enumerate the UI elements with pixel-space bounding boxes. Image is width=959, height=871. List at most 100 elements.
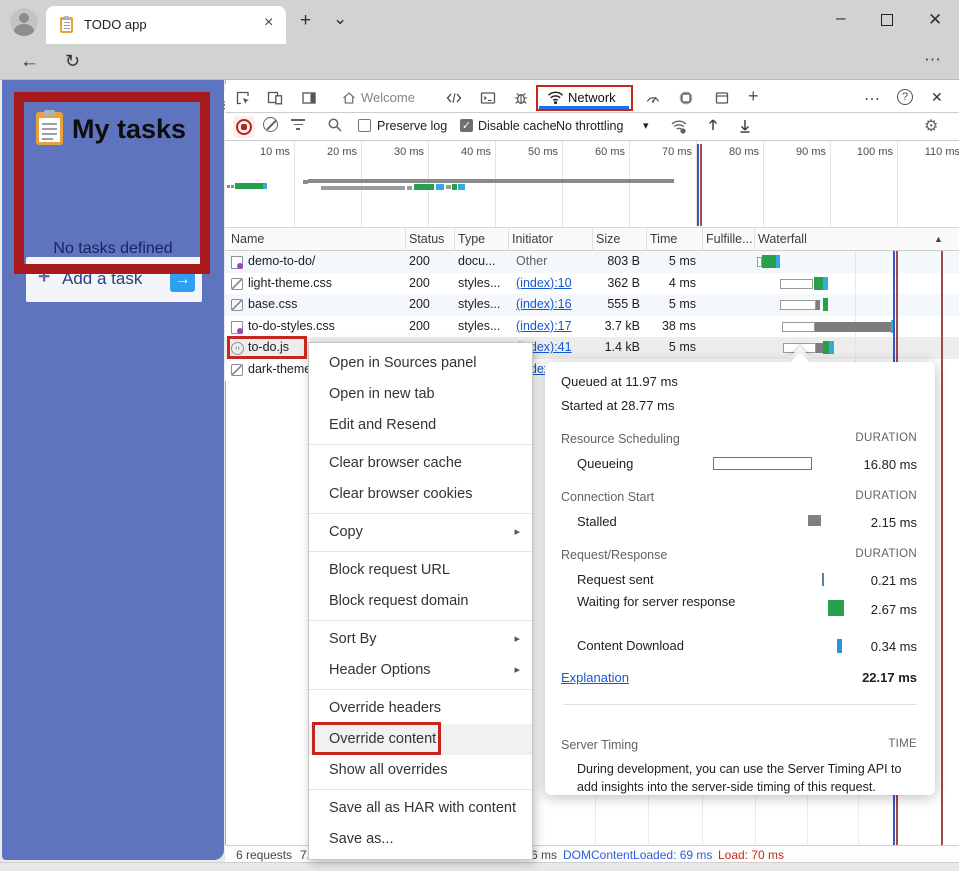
clear-icon[interactable] [263, 117, 278, 132]
menu-item-header-options[interactable]: Header Options▸ [309, 655, 532, 686]
memory-chip-icon[interactable] [678, 90, 694, 106]
timing-popup: Queued at 11.97 ms Started at 28.77 ms R… [545, 362, 935, 795]
table-row[interactable]: to-do-styles.css200styles...(index):173.… [225, 316, 959, 338]
import-har-icon[interactable] [705, 117, 721, 133]
chevron-down-icon[interactable]: ▾ [643, 119, 649, 132]
overview-tick-label: 110 ms [902, 146, 959, 158]
dock-side-icon[interactable] [301, 90, 317, 106]
menu-item-block-request-url[interactable]: Block request URL [309, 555, 532, 586]
request-name: demo-to-do/ [248, 254, 315, 268]
menu-item-save-as-[interactable]: Save as... [309, 824, 532, 855]
waterfall-gray-bar [815, 322, 891, 332]
css-file-icon [231, 299, 243, 311]
menu-item-sort-by[interactable]: Sort By▸ [309, 624, 532, 655]
timing-green-bar [828, 600, 844, 616]
timing-row-label: Request sent [577, 572, 737, 588]
console-icon[interactable] [480, 90, 496, 106]
devtools-help-icon[interactable]: ? [897, 89, 913, 105]
browser-more-icon[interactable]: ⋯ [924, 50, 941, 70]
column-header-initiator[interactable]: Initiator [512, 232, 553, 246]
window-titlebar: TODO app × + ⌄ – ✕ [0, 0, 959, 44]
sort-arrow-icon[interactable]: ▲ [934, 234, 943, 244]
tab-close-icon[interactable]: × [264, 15, 273, 31]
table-row[interactable]: light-theme.css200styles...(index):10362… [225, 273, 959, 295]
request-initiator[interactable]: (index):10 [516, 276, 572, 290]
menu-item-clear-browser-cache[interactable]: Clear browser cache [309, 448, 532, 479]
network-toolbar: Preserve log ✓ Disable cache No throttli… [225, 113, 959, 141]
device-emulation-icon[interactable] [267, 90, 283, 106]
back-button[interactable]: ← [20, 52, 39, 71]
request-initiator[interactable]: (index):16 [516, 297, 572, 311]
table-row[interactable]: demo-to-do/200docu...Other803 B5 ms [225, 251, 959, 273]
avatar-head-icon [19, 13, 29, 23]
server-timing-description: During development, you can use the Serv… [577, 760, 907, 796]
refresh-button[interactable]: ↻ [65, 52, 80, 70]
preserve-log-label[interactable]: Preserve log [377, 119, 447, 133]
disable-cache-checkbox[interactable]: ✓ [460, 119, 473, 132]
settings-gear-icon[interactable]: ⚙ [924, 116, 938, 136]
record-button[interactable] [233, 116, 255, 138]
overview-gridline [897, 141, 898, 228]
preserve-log-checkbox[interactable] [358, 119, 371, 132]
browser-tab[interactable]: TODO app × [46, 6, 286, 44]
close-window-button[interactable]: ✕ [928, 11, 942, 28]
sources-icon[interactable] [445, 90, 463, 106]
column-header-name[interactable]: Name [231, 232, 264, 246]
menu-item-show-all-overrides[interactable]: Show all overrides [309, 755, 532, 786]
devtools-more-icon[interactable]: ⋯ [864, 89, 880, 109]
menu-item-override-content[interactable]: Override content [309, 724, 532, 755]
throttling-select[interactable]: No throttling [556, 119, 623, 133]
css-file-icon [231, 278, 243, 290]
performance-gauge-icon[interactable] [645, 90, 661, 106]
filter-icon[interactable] [291, 119, 305, 131]
request-size: 1.4 kB [592, 340, 640, 354]
more-tabs-button[interactable]: + [748, 86, 759, 107]
disable-cache-label[interactable]: Disable cache [478, 119, 557, 133]
search-icon[interactable] [327, 117, 343, 133]
column-header-size[interactable]: Size [596, 232, 620, 246]
timing-row-value: 0.21 ms [871, 573, 917, 588]
column-header-waterfall[interactable]: Waterfall [758, 232, 807, 246]
timing-row-value: 16.80 ms [864, 457, 917, 472]
overview-waterfall-bar [263, 183, 267, 189]
minimize-button[interactable]: – [836, 9, 845, 26]
network-conditions-icon[interactable] [670, 117, 688, 135]
request-time: 38 ms [646, 319, 696, 333]
menu-item-clear-browser-cookies[interactable]: Clear browser cookies [309, 479, 532, 510]
application-icon[interactable] [714, 90, 730, 106]
request-initiator[interactable]: (index):17 [516, 319, 572, 333]
menu-separator [309, 789, 532, 790]
menu-item-save-all-as-har-with-content[interactable]: Save all as HAR with content [309, 793, 532, 824]
request-initiator: Other [516, 254, 547, 268]
table-row[interactable]: base.css200styles...(index):16555 B5 ms [225, 294, 959, 316]
menu-item-open-in-sources-panel[interactable]: Open in Sources panel [309, 348, 532, 379]
overview-tick-label: 50 ms [500, 146, 558, 158]
column-header-fulfille[interactable]: Fulfille... [706, 232, 753, 246]
timing-duration-label: DURATION [855, 490, 917, 502]
menu-item-block-request-domain[interactable]: Block request domain [309, 586, 532, 617]
column-header-status[interactable]: Status [409, 232, 444, 246]
debug-bug-icon[interactable] [513, 90, 529, 106]
page-annotation-frame [14, 92, 210, 274]
export-har-icon[interactable] [737, 117, 753, 133]
network-overview[interactable]: 10 ms20 ms30 ms40 ms50 ms60 ms70 ms80 ms… [225, 141, 959, 228]
menu-item-label: Open in Sources panel [329, 355, 477, 371]
menu-item-override-headers[interactable]: Override headers [309, 693, 532, 724]
column-header-type[interactable]: Type [458, 232, 485, 246]
tab-welcome[interactable]: Welcome [361, 90, 415, 105]
maximize-button[interactable] [881, 14, 893, 26]
new-tab-button[interactable]: + [300, 11, 311, 30]
menu-item-edit-and-resend[interactable]: Edit and Resend [309, 410, 532, 441]
profile-avatar[interactable] [10, 8, 38, 36]
request-time: 4 ms [646, 276, 696, 290]
override-content-annotation [312, 722, 441, 755]
menu-item-copy[interactable]: Copy▸ [309, 517, 532, 548]
explanation-link[interactable]: Explanation [561, 670, 629, 685]
tab-list-dropdown-icon[interactable]: ⌄ [333, 10, 347, 27]
overview-waterfall-bar [321, 186, 405, 190]
column-header-time[interactable]: Time [650, 232, 677, 246]
menu-item-open-in-new-tab[interactable]: Open in new tab [309, 379, 532, 410]
devtools-close-icon[interactable]: ✕ [931, 89, 943, 106]
inspect-element-icon[interactable] [235, 90, 251, 106]
timing-blue-bar [837, 639, 842, 653]
